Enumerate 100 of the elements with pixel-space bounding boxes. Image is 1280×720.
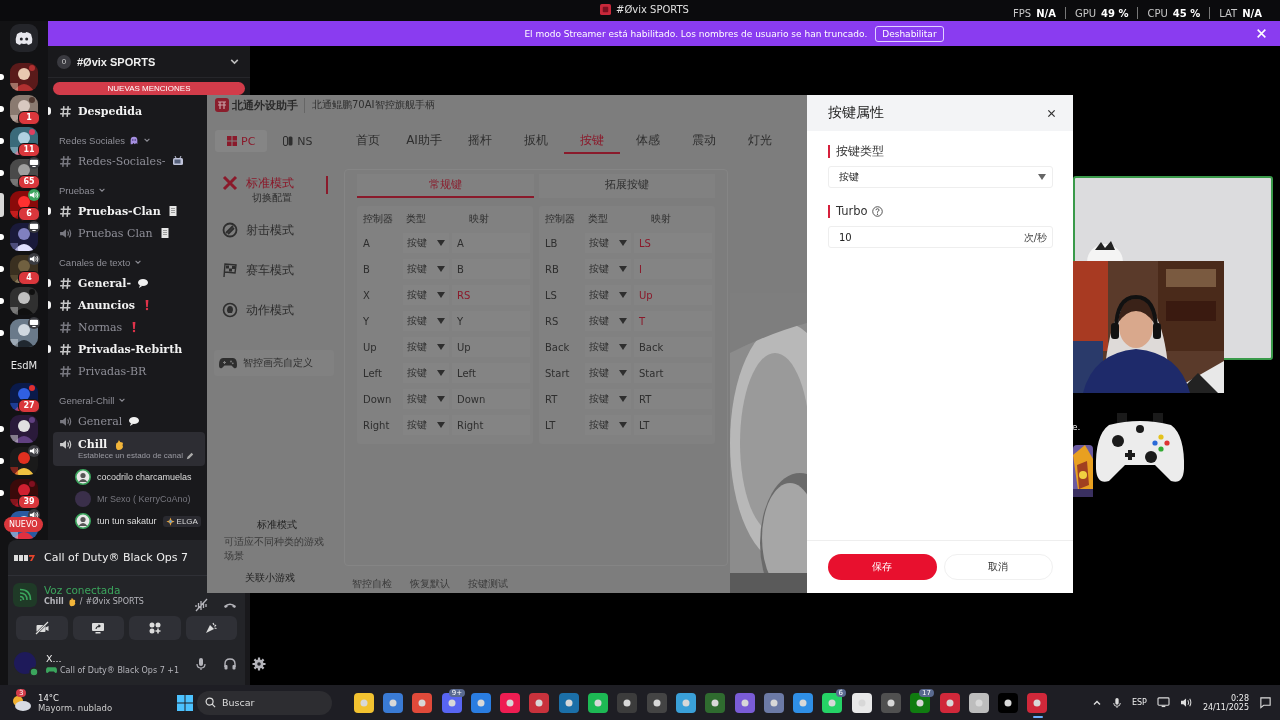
action-button[interactable]: 恢复默认 — [410, 577, 450, 591]
category-name[interactable]: Pruebas — [59, 184, 95, 196]
caret-icon — [437, 396, 445, 402]
stat-value: 45 % — [1172, 7, 1201, 19]
headphones-icon[interactable] — [223, 656, 238, 671]
nav-tab[interactable]: 震动 — [676, 128, 732, 154]
app-icon[interactable] — [763, 692, 784, 713]
app-icon[interactable] — [353, 692, 374, 713]
close-icon[interactable] — [1047, 108, 1056, 118]
microphone-icon[interactable] — [194, 656, 209, 671]
hash-icon — [59, 104, 72, 118]
volume-icon[interactable] — [1179, 697, 1193, 708]
app-icon[interactable] — [968, 692, 989, 713]
mini-games-link[interactable]: 关联小游戏 — [245, 571, 340, 585]
badge: 4 — [18, 271, 40, 285]
cross-icon — [222, 175, 238, 191]
voice-user[interactable]: Mr Sexo ( KerryCoAno) — [75, 488, 205, 510]
noise-suppression-icon[interactable] — [194, 598, 208, 612]
app-icon[interactable] — [793, 692, 814, 713]
app-icon[interactable] — [617, 692, 638, 713]
app-icon[interactable] — [881, 692, 901, 713]
app-icon[interactable] — [851, 692, 872, 713]
settings-icon[interactable] — [252, 656, 267, 671]
nav-tab[interactable]: 扳机 — [508, 128, 564, 154]
app-icon[interactable] — [1027, 692, 1048, 713]
activities-button[interactable] — [129, 616, 181, 640]
app-icon[interactable] — [998, 692, 1019, 713]
screen-share-button[interactable] — [72, 616, 124, 640]
microphone-icon[interactable] — [1111, 696, 1122, 709]
nav-tab[interactable]: AI助手 — [396, 128, 452, 154]
badge: 39 — [18, 495, 40, 509]
channel-item[interactable]: Pruebas Clan — [53, 222, 205, 244]
mode-item[interactable]: 标准模式 切换配置 — [222, 170, 340, 210]
channel-item[interactable]: Chill Establece un estado de canal — [53, 432, 205, 466]
key-tab[interactable]: 常规键 — [357, 174, 534, 198]
search-field[interactable]: Buscar — [197, 690, 332, 715]
app-icon[interactable] — [705, 692, 726, 713]
key-tab[interactable]: 拓展按键 — [538, 174, 715, 198]
channel-item[interactable]: Privadas-BR — [53, 360, 205, 382]
channel-item[interactable]: Privadas-Rebirth — [53, 338, 205, 360]
disable-button[interactable]: Deshabilitar — [875, 25, 944, 42]
app-icon[interactable] — [675, 692, 696, 713]
notification-icon[interactable] — [1259, 696, 1272, 709]
soundboard-icon — [204, 621, 219, 635]
save-button[interactable]: 保存 — [828, 554, 937, 580]
nav-tab[interactable]: 体感 — [620, 128, 676, 154]
channel-item[interactable]: Anuncios — [53, 294, 205, 316]
app-icon[interactable] — [588, 692, 608, 713]
mode-item[interactable]: 赛车模式 — [222, 250, 340, 290]
app-icon[interactable] — [939, 692, 960, 713]
hash-icon — [59, 154, 72, 168]
category-name[interactable]: General-Chill — [59, 394, 115, 406]
server-name[interactable]: EsdM — [4, 359, 44, 371]
app-icon[interactable] — [470, 692, 491, 713]
app-icon[interactable] — [441, 692, 462, 713]
channel-status[interactable]: Establece un estado de canal — [78, 451, 183, 460]
discord-logo-icon[interactable] — [10, 24, 38, 52]
platform-tab[interactable]: NS — [271, 130, 325, 152]
clock[interactable]: 0:28 24/11/2025 — [1202, 693, 1249, 712]
app-icon[interactable] — [646, 692, 667, 713]
network-icon[interactable] — [1156, 697, 1170, 708]
column-header: 映射 — [650, 212, 672, 226]
app-icon[interactable] — [734, 692, 755, 713]
app-icon[interactable] — [500, 692, 521, 713]
channel-item[interactable]: Despedida — [53, 100, 205, 122]
app-icon[interactable] — [529, 692, 550, 713]
new-mentions-pill[interactable]: NUEVAS MENCIONES — [53, 82, 245, 95]
nav-tab[interactable]: 按键 — [564, 128, 620, 154]
nav-tab[interactable]: 灯光 — [732, 128, 788, 154]
caret-icon — [619, 396, 627, 402]
channel-link[interactable]: Chill — [44, 597, 64, 606]
chevron-icon — [98, 186, 107, 194]
category-name[interactable]: Redes Sociales — [59, 134, 125, 146]
channel-item[interactable]: General- — [53, 272, 205, 294]
custom-button[interactable]: 智控画亮自定义 — [214, 350, 334, 376]
channel-item[interactable]: General — [53, 410, 205, 432]
server-link[interactable]: #Øvix SPORTS — [85, 597, 144, 606]
mode-item[interactable]: 射击模式 — [222, 210, 340, 250]
app-icon[interactable] — [412, 692, 433, 713]
soundboard-button[interactable] — [185, 616, 237, 640]
unread-indicator — [48, 301, 51, 309]
app-icon[interactable] — [558, 692, 579, 713]
server-header[interactable]: 0 #Øvix SPORTS — [48, 46, 250, 78]
nav-tab[interactable]: 摇杆 — [452, 128, 508, 154]
channel-item[interactable]: Pruebas-Clan — [53, 200, 205, 222]
camera-off-button[interactable] — [16, 616, 68, 640]
mode-item[interactable]: 动作模式 — [222, 290, 340, 330]
app-icon[interactable] — [910, 692, 931, 713]
platform-tab[interactable]: PC — [215, 130, 268, 152]
category-name[interactable]: Canales de texto — [59, 256, 131, 268]
cancel-button[interactable]: 取消 — [944, 554, 1053, 580]
nav-tab[interactable]: 首页 — [340, 128, 396, 154]
voice-user[interactable]: tun tun sakatur ELGA — [75, 510, 205, 532]
start-icon[interactable] — [177, 694, 193, 711]
channel-item[interactable]: Normas — [53, 316, 205, 338]
voice-user[interactable]: cocodrilo charcamuelas — [75, 466, 205, 488]
language-indicator[interactable]: ESP — [1131, 698, 1147, 707]
channel-item[interactable]: Redes-Sociales- — [53, 150, 205, 172]
type-dropdown[interactable]: 按键 — [828, 166, 1053, 188]
app-icon[interactable] — [382, 692, 403, 713]
